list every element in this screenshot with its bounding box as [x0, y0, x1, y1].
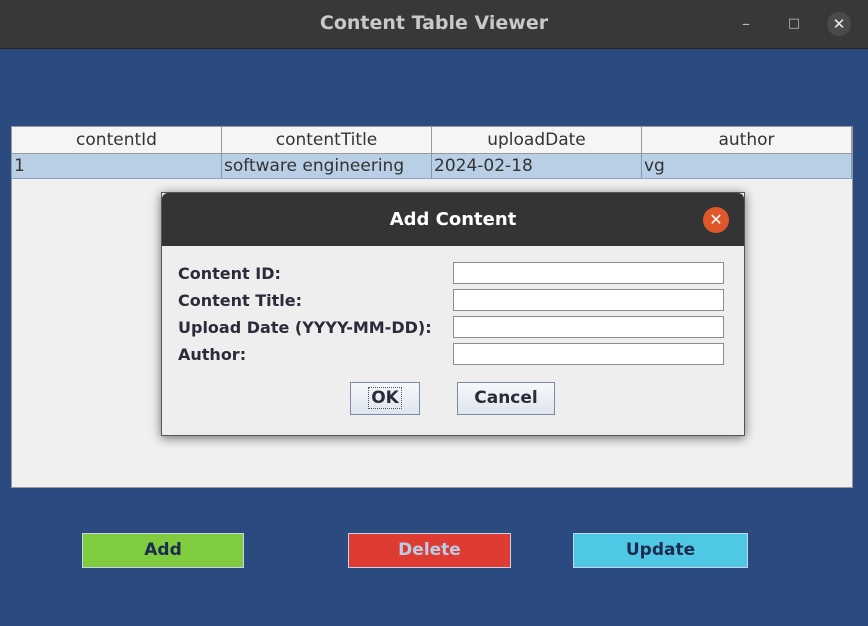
author-label: Author: — [178, 345, 247, 364]
column-header-author[interactable]: author — [642, 127, 852, 153]
content-id-field[interactable] — [453, 262, 724, 284]
window-titlebar: Content Table Viewer – □ ✕ — [0, 0, 868, 49]
author-field[interactable] — [453, 343, 724, 365]
table-header: contentId contentTitle uploadDate author — [12, 127, 852, 154]
content-title-field[interactable] — [453, 289, 724, 311]
content-id-label: Content ID: — [178, 264, 281, 283]
upload-date-field[interactable] — [453, 316, 724, 338]
maximize-icon[interactable]: □ — [782, 12, 806, 36]
ok-button-label: OK — [368, 387, 402, 409]
column-header-contentid[interactable]: contentId — [12, 127, 222, 153]
cell-content-id[interactable]: 1 — [12, 154, 222, 178]
delete-button[interactable]: Delete — [348, 533, 511, 568]
cell-upload-date[interactable]: 2024-02-18 — [432, 154, 642, 178]
cell-content-title[interactable]: software engineering — [222, 154, 432, 178]
close-icon[interactable]: ✕ — [703, 207, 729, 233]
add-content-dialog: Add Content ✕ Content ID: Content Title:… — [161, 192, 745, 436]
column-header-contenttitle[interactable]: contentTitle — [222, 127, 432, 153]
ok-button[interactable]: OK — [350, 382, 420, 415]
update-button[interactable]: Update — [573, 533, 748, 568]
table-row[interactable]: 1 software engineering 2024-02-18 vg — [12, 154, 852, 179]
add-button[interactable]: Add — [82, 533, 244, 568]
dialog-title: Add Content — [389, 209, 517, 230]
cell-author[interactable]: vg — [642, 154, 852, 178]
minimize-icon[interactable]: – — [734, 12, 758, 36]
close-icon[interactable]: ✕ — [827, 12, 851, 36]
content-title-label: Content Title: — [178, 291, 303, 310]
upload-date-label: Upload Date (YYYY-MM-DD): — [178, 318, 432, 337]
dialog-titlebar: Add Content ✕ — [162, 193, 744, 246]
column-header-uploaddate[interactable]: uploadDate — [432, 127, 642, 153]
cancel-button[interactable]: Cancel — [457, 382, 555, 415]
